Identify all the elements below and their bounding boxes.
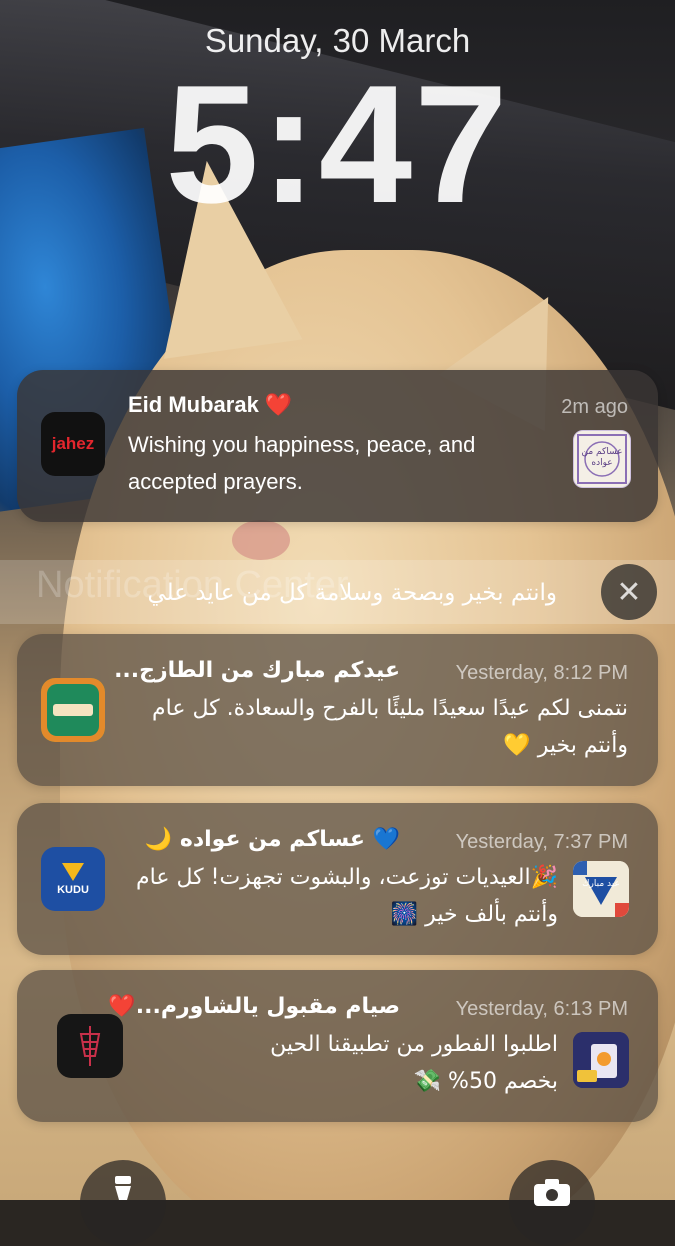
notification-body: Wishing you happiness, peace, and accept…	[128, 432, 476, 494]
notification-kudu[interactable]: KUDU 💙 عساكم من عواده 🌙 Yesterday, 7:37 …	[17, 803, 658, 955]
flashlight-button[interactable]	[80, 1160, 166, 1246]
notification-thumbnail: عساكم من عواده	[573, 430, 631, 488]
notification-shawarma[interactable]: صيام مقبول يالشاورم...❤️ Yesterday, 6:13…	[17, 970, 658, 1122]
camera-button[interactable]	[509, 1160, 595, 1246]
notification-time: Yesterday, 6:13 PM	[455, 998, 628, 1020]
notification-thumbnail	[573, 1032, 629, 1088]
notification-body: اطلبوا الفطور من تطبيقنا الحين بخصم 50% …	[270, 1032, 558, 1094]
thumbnail-caption: عساكم من عواده	[581, 447, 623, 468]
notification-center-reply-text: وانتم بخير وبصحة وسلامة كل من عايد علي	[147, 580, 558, 606]
shawarma-app-icon	[57, 1014, 123, 1078]
notification-title: Eid Mubarak ❤️	[128, 392, 293, 417]
kudu-triangle-icon	[62, 862, 84, 881]
jahez-app-icon: jahez	[41, 412, 105, 476]
notification-thumbnail: عيد مبارك	[573, 861, 629, 917]
shawarma-skewer-icon	[79, 1026, 101, 1066]
notification-title: عيدكم مبارك من الطازج...	[114, 658, 400, 683]
kudu-logo-text: KUDU	[57, 883, 89, 896]
notification-jahez[interactable]: jahez Eid Mubarak ❤️ 2m ago Wishing you …	[17, 370, 658, 522]
notification-title: صيام مقبول يالشاورم...❤️	[108, 994, 400, 1019]
thumbnail-caption: عيد مبارك	[582, 879, 620, 889]
lockscreen-time: 5:47	[165, 50, 510, 238]
altazaj-logo-icon	[41, 678, 105, 742]
discount-promo-icon	[573, 1032, 629, 1088]
notification-body: 🎉العيديات توزعت، والبشوت تجهزت! كل عام و…	[136, 865, 558, 927]
notification-title: 💙 عساكم من عواده 🌙	[144, 827, 400, 852]
camera-icon	[534, 1179, 570, 1206]
wallpaper-cat-nose	[232, 520, 290, 560]
notification-time: Yesterday, 7:37 PM	[455, 831, 628, 853]
jahez-logo-text: jahez	[51, 434, 95, 453]
kudu-app-icon: KUDU	[41, 847, 105, 911]
notification-altazaj[interactable]: عيدكم مبارك من الطازج... Yesterday, 8:12…	[17, 634, 658, 786]
close-icon[interactable]: ✕	[601, 564, 657, 620]
flashlight-icon	[115, 1176, 131, 1200]
notification-time: Yesterday, 8:12 PM	[455, 662, 628, 684]
notification-body: نتمنى لكم عيدًا سعيدًا مليئًا بالفرح وال…	[152, 696, 628, 758]
notification-time: 2m ago	[561, 396, 628, 418]
altazaj-app-icon	[41, 678, 105, 742]
